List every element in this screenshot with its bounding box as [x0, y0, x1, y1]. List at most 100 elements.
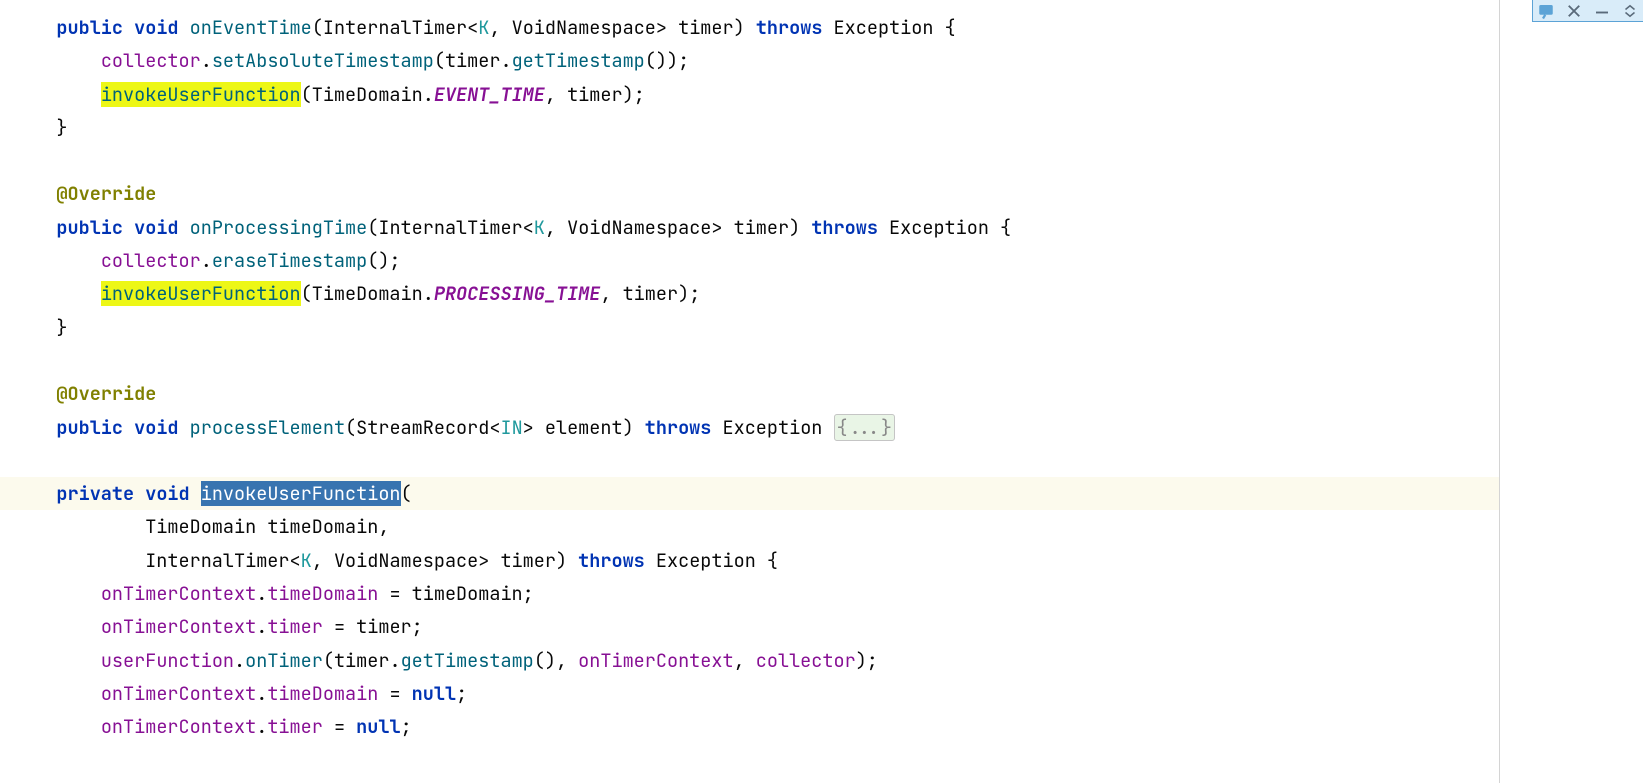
- field-ref: onTimerContext: [101, 581, 256, 606]
- type: VoidNamespace: [512, 15, 656, 40]
- highlighted-call: invokeUserFunction: [101, 82, 301, 107]
- generic-param: K: [534, 215, 545, 240]
- code-line: onTimerContext.timer = null;: [12, 714, 412, 739]
- keyword-public: public: [56, 415, 123, 440]
- highlighted-call: invokeUserFunction: [101, 281, 301, 306]
- close-icon[interactable]: [1565, 2, 1583, 20]
- method-call: onTimer: [245, 648, 323, 673]
- current-line: private void invokeUserFunction(: [0, 477, 1500, 510]
- blank-line: [12, 448, 23, 473]
- type: Exception: [656, 548, 756, 573]
- field-ref: timer: [267, 614, 323, 639]
- code-editor[interactable]: public void onEventTime(InternalTimer<K,…: [0, 0, 1500, 783]
- var-ref: timer: [334, 648, 390, 673]
- var-ref: timer: [445, 48, 501, 73]
- var-ref: timer: [623, 281, 679, 306]
- code-line: collector.setAbsoluteTimestamp(timer.get…: [12, 48, 689, 73]
- field-ref: onTimerContext: [101, 714, 256, 739]
- param-name: timer: [500, 548, 556, 573]
- keyword-void: void: [134, 215, 178, 240]
- annotation: @Override: [56, 181, 156, 206]
- chat-icon[interactable]: [1537, 2, 1555, 20]
- code-line: onTimerContext.timeDomain = null;: [12, 681, 467, 706]
- code-line: onTimerContext.timer = timer;: [12, 614, 423, 639]
- field-ref: onTimerContext: [578, 648, 733, 673]
- keyword-throws: throws: [578, 548, 645, 573]
- field-ref: timeDomain: [267, 581, 378, 606]
- keyword-null: null: [412, 681, 456, 706]
- param-name: element: [545, 415, 623, 440]
- field-ref: collector: [101, 248, 201, 273]
- code-line: @Override: [12, 181, 156, 206]
- param-name: timer: [678, 15, 734, 40]
- method-name: onProcessingTime: [190, 215, 368, 240]
- keyword-null: null: [356, 714, 400, 739]
- method-call: getTimestamp: [401, 648, 534, 673]
- field-ref: onTimerContext: [101, 614, 256, 639]
- expand-icon[interactable]: [1621, 2, 1639, 20]
- type: StreamRecord: [356, 415, 489, 440]
- type: Exception: [889, 215, 989, 240]
- field-ref: userFunction: [101, 648, 234, 673]
- code-line: invokeUserFunction(TimeDomain.EVENT_TIME…: [12, 82, 645, 107]
- selected-text: invokeUserFunction: [201, 481, 401, 506]
- code-line: userFunction.onTimer(timer.getTimestamp(…: [12, 648, 878, 673]
- constant: EVENT_TIME: [434, 82, 545, 107]
- method-call: setAbsoluteTimestamp: [212, 48, 434, 73]
- type: Exception: [834, 15, 934, 40]
- code-line: @Override: [12, 381, 156, 406]
- param-name: timer: [734, 215, 790, 240]
- field-ref: collector: [101, 48, 201, 73]
- type: InternalTimer: [378, 215, 522, 240]
- method-name: onEventTime: [190, 15, 312, 40]
- code-line: public void processElement(StreamRecord<…: [12, 414, 895, 441]
- code-line: public void onEventTime(InternalTimer<K,…: [12, 15, 956, 40]
- field-ref: timer: [267, 714, 323, 739]
- code-line: }: [12, 315, 68, 340]
- code-line: onTimerContext.timeDomain = timeDomain;: [12, 581, 534, 606]
- blank-line: [12, 348, 23, 373]
- generic-param: K: [478, 15, 489, 40]
- field-ref: collector: [756, 648, 856, 673]
- keyword-throws: throws: [811, 215, 878, 240]
- type: VoidNamespace: [334, 548, 478, 573]
- editor-right-margin: [1499, 0, 1500, 783]
- generic-param: K: [301, 548, 312, 573]
- var-ref: timer: [356, 614, 412, 639]
- var-ref: timer: [567, 82, 623, 107]
- minimize-icon[interactable]: [1593, 2, 1611, 20]
- keyword-void: void: [145, 481, 189, 506]
- field-ref: timeDomain: [267, 681, 378, 706]
- code-line: }: [12, 115, 68, 140]
- code-line: TimeDomain timeDomain,: [12, 514, 389, 539]
- keyword-void: void: [134, 15, 178, 40]
- type: InternalTimer: [323, 15, 467, 40]
- type: TimeDomain: [312, 281, 423, 306]
- method-call: getTimestamp: [512, 48, 645, 73]
- generic-param: IN: [500, 415, 522, 440]
- method-name: processElement: [190, 415, 345, 440]
- keyword-throws: throws: [645, 415, 712, 440]
- keyword-public: public: [56, 215, 123, 240]
- param-name: timeDomain: [267, 514, 378, 539]
- keyword-void: void: [134, 415, 178, 440]
- fold-marker[interactable]: {...}: [834, 414, 896, 441]
- annotation: @Override: [56, 381, 156, 406]
- keyword-throws: throws: [756, 15, 823, 40]
- blank-line: [12, 148, 23, 173]
- code-line: invokeUserFunction(TimeDomain.PROCESSING…: [12, 281, 700, 306]
- type: Exception: [723, 415, 823, 440]
- type: VoidNamespace: [567, 215, 711, 240]
- toolbar-floating: [1532, 0, 1643, 22]
- code-line: collector.eraseTimestamp();: [12, 248, 401, 273]
- code-line: public void onProcessingTime(InternalTim…: [12, 215, 1011, 240]
- type: TimeDomain: [312, 82, 423, 107]
- method-call: eraseTimestamp: [212, 248, 367, 273]
- field-ref: onTimerContext: [101, 681, 256, 706]
- keyword-private: private: [56, 481, 134, 506]
- type: InternalTimer: [145, 548, 289, 573]
- code-line: InternalTimer<K, VoidNamespace> timer) t…: [12, 548, 778, 573]
- var-ref: timeDomain: [412, 581, 523, 606]
- type: TimeDomain: [145, 514, 256, 539]
- keyword-public: public: [56, 15, 123, 40]
